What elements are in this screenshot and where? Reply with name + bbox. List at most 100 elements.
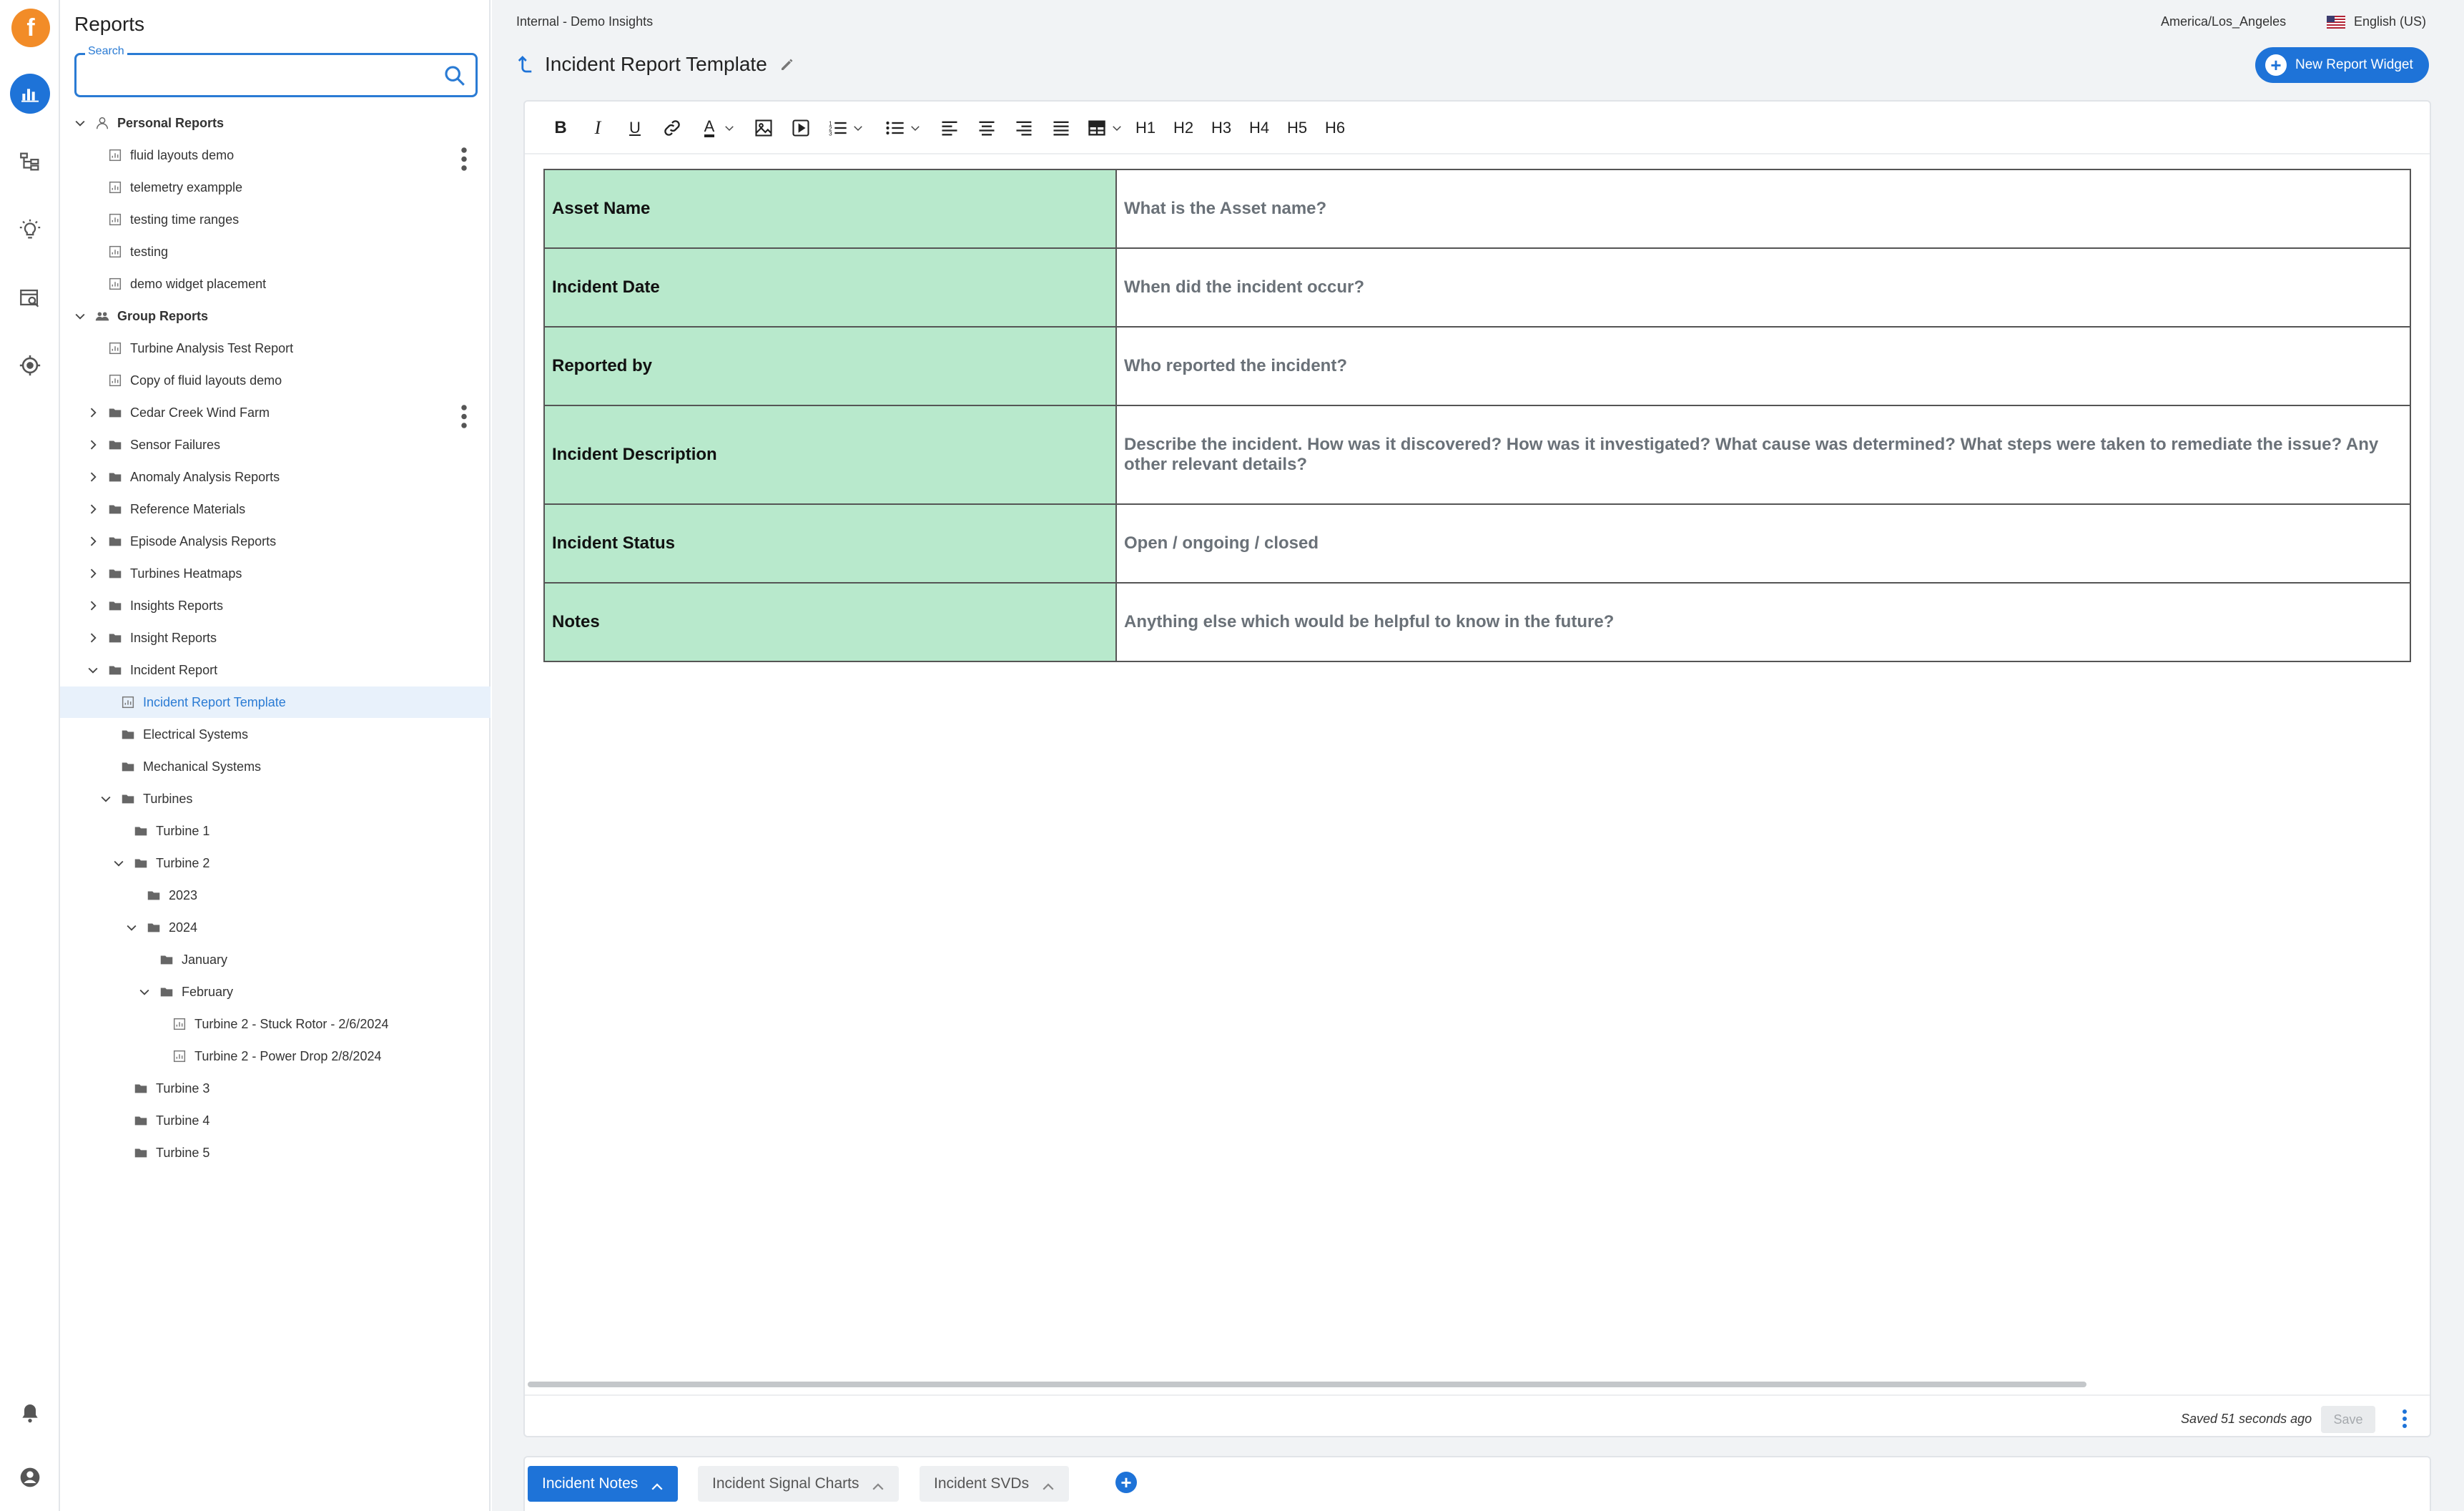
- folder-item[interactable]: Turbine 5: [60, 1137, 491, 1168]
- folder-item[interactable]: January: [60, 944, 491, 975]
- chevron-down-icon[interactable]: [86, 663, 100, 677]
- search-field[interactable]: Search: [74, 45, 478, 97]
- field-label-cell[interactable]: Reported by: [543, 326, 1117, 406]
- new-report-widget-button[interactable]: + New Report Widget: [2255, 47, 2429, 83]
- chevron-up-icon[interactable]: [872, 1479, 884, 1490]
- report-item[interactable]: testing: [60, 236, 491, 267]
- table-row[interactable]: Notes Anything else which would be helpfu…: [543, 582, 2411, 662]
- chevron-right-icon[interactable]: [86, 599, 100, 613]
- field-label-cell[interactable]: Asset Name: [543, 169, 1117, 249]
- field-value-cell[interactable]: What is the Asset name?: [1115, 169, 2411, 249]
- align-center-button[interactable]: [974, 114, 1000, 142]
- field-label-cell[interactable]: Notes: [543, 582, 1117, 662]
- report-item[interactable]: Turbine 2 - Power Drop 2/8/2024: [60, 1040, 491, 1072]
- folder-item[interactable]: Incident Report: [60, 654, 491, 686]
- document-body[interactable]: Asset Name What is the Asset name? Inciden…: [543, 169, 2411, 662]
- tab-incident-signal-charts[interactable]: Incident Signal Charts: [698, 1466, 900, 1502]
- chevron-down-icon[interactable]: [112, 856, 126, 870]
- folder-item[interactable]: Electrical Systems: [60, 719, 491, 750]
- table-button[interactable]: [1084, 114, 1110, 142]
- more-options-icon[interactable]: [460, 147, 468, 171]
- folder-item[interactable]: Insight Reports: [60, 622, 491, 654]
- folder-item[interactable]: Turbine 2: [60, 847, 491, 879]
- group-header[interactable]: Personal Reports: [60, 107, 491, 139]
- organization-name[interactable]: Internal - Demo Insights: [516, 14, 653, 29]
- field-label-cell[interactable]: Incident Description: [543, 405, 1117, 505]
- save-button[interactable]: Save: [2321, 1406, 2375, 1433]
- app-logo[interactable]: f: [11, 9, 50, 47]
- align-left-button[interactable]: [937, 114, 962, 142]
- add-tab-button[interactable]: +: [1115, 1472, 1137, 1493]
- report-item[interactable]: Incident Report Template: [60, 686, 491, 718]
- language-selector[interactable]: English (US): [2327, 14, 2426, 29]
- reports-icon[interactable]: [10, 74, 50, 114]
- chevron-right-icon[interactable]: [86, 534, 100, 548]
- justify-button[interactable]: [1048, 114, 1074, 142]
- chevron-down-icon[interactable]: [908, 114, 922, 142]
- field-label-cell[interactable]: Incident Status: [543, 503, 1117, 584]
- heading-h3-button[interactable]: H3: [1206, 114, 1237, 142]
- heading-h4-button[interactable]: H4: [1243, 114, 1275, 142]
- report-item[interactable]: fluid layouts demo: [60, 139, 491, 171]
- chevron-right-icon[interactable]: [86, 405, 100, 420]
- chevron-up-icon[interactable]: [651, 1479, 664, 1490]
- underline-button[interactable]: U: [622, 114, 648, 142]
- chevron-right-icon[interactable]: [86, 470, 100, 484]
- folder-item[interactable]: Cedar Creek Wind Farm: [60, 397, 491, 428]
- chevron-down-icon[interactable]: [137, 985, 152, 999]
- folder-item[interactable]: Turbines: [60, 783, 491, 814]
- folder-item[interactable]: Anomaly Analysis Reports: [60, 461, 491, 493]
- chevron-right-icon[interactable]: [86, 566, 100, 581]
- table-row[interactable]: Incident Date When did the incident occur…: [543, 247, 2411, 328]
- timezone-selector[interactable]: America/Los_Angeles: [2161, 14, 2286, 29]
- chevron-down-icon[interactable]: [722, 114, 736, 142]
- bell-icon[interactable]: [10, 1393, 50, 1433]
- more-options-icon[interactable]: [2401, 1409, 2408, 1429]
- folder-item[interactable]: Episode Analysis Reports: [60, 526, 491, 557]
- chevron-down-icon[interactable]: [851, 114, 865, 142]
- search-input[interactable]: [87, 65, 423, 87]
- folder-item[interactable]: Insights Reports: [60, 590, 491, 621]
- heading-h2-button[interactable]: H2: [1168, 114, 1199, 142]
- target-icon[interactable]: [10, 345, 50, 385]
- group-header[interactable]: Group Reports: [60, 300, 491, 332]
- folder-item[interactable]: Turbine 1: [60, 815, 491, 847]
- folder-item[interactable]: 2024: [60, 912, 491, 943]
- folder-item[interactable]: February: [60, 976, 491, 1008]
- insights-bulb-icon[interactable]: [10, 210, 50, 250]
- back-arrow-icon[interactable]: [516, 54, 538, 75]
- hierarchy-icon[interactable]: [10, 142, 50, 182]
- report-item[interactable]: telemetry exampple: [60, 172, 491, 203]
- report-item[interactable]: testing time ranges: [60, 204, 491, 235]
- chevron-right-icon[interactable]: [86, 438, 100, 452]
- insert-video-button[interactable]: [788, 114, 814, 142]
- field-value-cell[interactable]: Open / ongoing / closed: [1115, 503, 2411, 584]
- folder-item[interactable]: Sensor Failures: [60, 429, 491, 461]
- chevron-down-icon[interactable]: [1110, 114, 1124, 142]
- table-row[interactable]: Incident Status Open / ongoing / closed: [543, 503, 2411, 584]
- tab-incident-svds[interactable]: Incident SVDs: [920, 1466, 1070, 1502]
- table-row[interactable]: Asset Name What is the Asset name?: [543, 169, 2411, 249]
- report-item[interactable]: demo widget placement: [60, 268, 491, 300]
- text-color-button[interactable]: A: [696, 114, 722, 142]
- chevron-right-icon[interactable]: [86, 502, 100, 516]
- chevron-down-icon[interactable]: [73, 309, 87, 323]
- report-item[interactable]: Turbine 2 - Stuck Rotor - 2/6/2024: [60, 1008, 491, 1040]
- user-account-icon[interactable]: [10, 1457, 50, 1497]
- align-right-button[interactable]: [1011, 114, 1037, 142]
- horizontal-scrollbar[interactable]: [528, 1382, 2086, 1387]
- folder-item[interactable]: Mechanical Systems: [60, 751, 491, 782]
- italic-button[interactable]: I: [585, 114, 611, 142]
- chevron-down-icon[interactable]: [73, 116, 87, 130]
- chevron-up-icon[interactable]: [1042, 1479, 1055, 1490]
- ordered-list-button[interactable]: 123: [825, 114, 851, 142]
- link-button[interactable]: [659, 114, 685, 142]
- insert-image-button[interactable]: [751, 114, 777, 142]
- report-item[interactable]: Copy of fluid layouts demo: [60, 365, 491, 396]
- folder-item[interactable]: Reference Materials: [60, 493, 491, 525]
- field-value-cell[interactable]: Anything else which would be helpful to …: [1115, 582, 2411, 662]
- tab-incident-notes[interactable]: Incident Notes: [528, 1466, 679, 1502]
- report-item[interactable]: Turbine Analysis Test Report: [60, 333, 491, 364]
- heading-h5-button[interactable]: H5: [1281, 114, 1313, 142]
- search-report-icon[interactable]: [10, 277, 50, 318]
